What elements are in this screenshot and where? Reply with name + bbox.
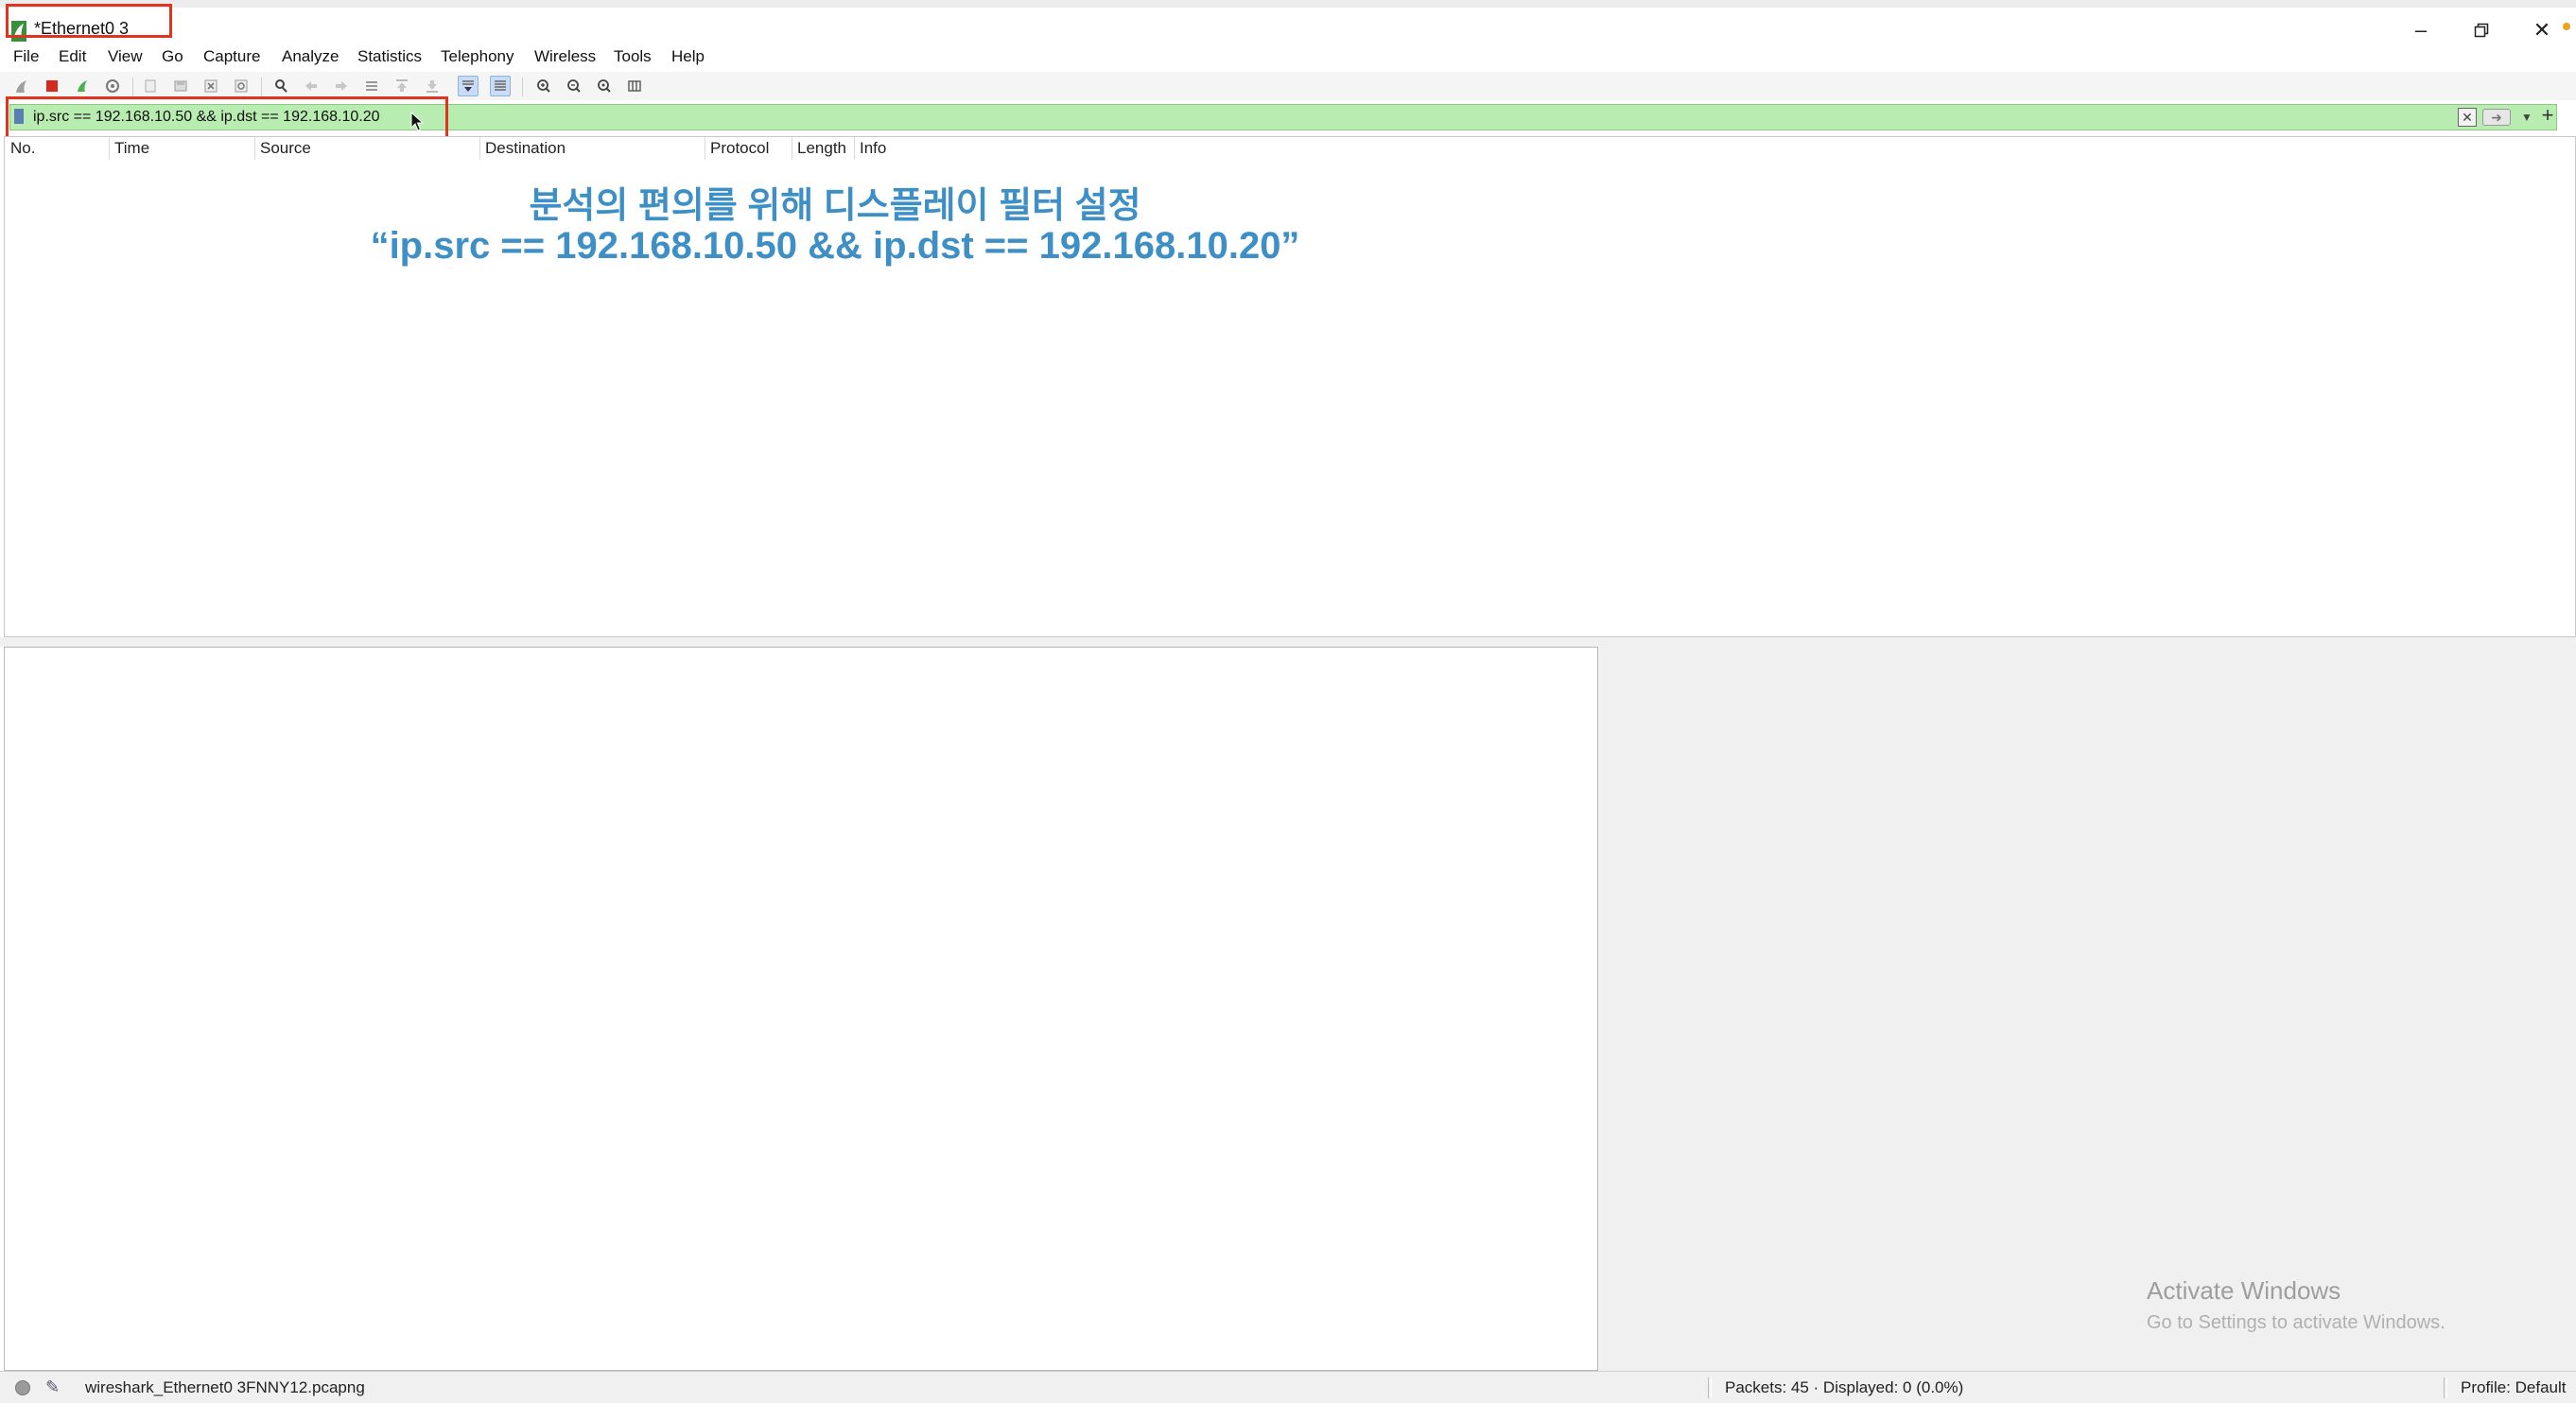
- column-divider[interactable]: [109, 137, 110, 160]
- restart-capture-icon[interactable]: [72, 76, 93, 96]
- save-file-icon[interactable]: [170, 76, 191, 96]
- menu-file[interactable]: File: [13, 47, 39, 66]
- activate-windows-hint: Go to Settings to activate Windows.: [2147, 1312, 2445, 1333]
- toolbar-separator: [261, 78, 262, 96]
- status-separator: [1708, 1377, 1712, 1398]
- clear-filter-icon[interactable]: ✕: [2458, 108, 2477, 127]
- menu-tools[interactable]: Tools: [614, 47, 652, 66]
- column-divider[interactable]: [254, 137, 255, 160]
- auto-scroll-icon[interactable]: [458, 76, 479, 96]
- column-divider[interactable]: [479, 137, 480, 160]
- column-header-source[interactable]: Source: [260, 137, 311, 160]
- stop-capture-icon[interactable]: [42, 76, 62, 96]
- close-icon[interactable]: ✕: [2523, 17, 2561, 43]
- menu-telephony[interactable]: Telephony: [441, 47, 514, 66]
- column-header-length[interactable]: Length: [797, 137, 846, 160]
- title-highlight-box: [6, 4, 172, 38]
- reload-file-icon[interactable]: [231, 76, 252, 96]
- colorize-icon[interactable]: [490, 76, 511, 96]
- go-to-packet-icon[interactable]: [361, 76, 382, 96]
- close-file-icon[interactable]: [200, 76, 221, 96]
- status-capture-file: wireshark_Ethernet0 3FNNY12.pcapng: [85, 1378, 365, 1396]
- go-forward-icon[interactable]: [331, 76, 352, 96]
- zoom-out-icon[interactable]: [564, 76, 584, 96]
- toolbar-separator: [522, 78, 523, 96]
- restore-icon[interactable]: [2463, 17, 2500, 43]
- open-file-icon[interactable]: [140, 76, 161, 96]
- menu-capture[interactable]: Capture: [203, 47, 260, 66]
- menu-go[interactable]: Go: [162, 47, 183, 66]
- find-packet-icon[interactable]: [270, 76, 291, 96]
- go-last-icon[interactable]: [422, 76, 443, 96]
- go-first-icon[interactable]: [392, 76, 412, 96]
- activate-windows-title: Activate Windows: [2147, 1276, 2341, 1305]
- title-bar: *Ethernet0 3 – ✕: [0, 8, 2576, 43]
- toolbar-separator: [132, 78, 133, 96]
- menu-bar: File Edit View Go Capture Analyze Statis…: [0, 43, 2576, 72]
- menu-statistics[interactable]: Statistics: [357, 47, 422, 66]
- add-filter-button-plus-icon[interactable]: +: [2536, 102, 2559, 129]
- go-back-icon[interactable]: [301, 76, 322, 96]
- status-profile[interactable]: Profile: Default: [2461, 1378, 2567, 1397]
- menu-analyze[interactable]: Analyze: [282, 47, 339, 66]
- mouse-cursor-icon: [410, 112, 424, 131]
- menu-view[interactable]: View: [108, 47, 143, 66]
- column-header-no[interactable]: No.: [10, 137, 35, 160]
- menu-wireless[interactable]: Wireless: [534, 47, 596, 66]
- menu-help[interactable]: Help: [671, 47, 705, 66]
- annotation-line-2: “ip.src == 192.168.10.50 && ip.dst == 19…: [370, 225, 1300, 267]
- column-divider[interactable]: [854, 137, 855, 160]
- packet-details-pane[interactable]: [4, 647, 1598, 1371]
- column-header-time[interactable]: Time: [114, 137, 149, 160]
- zoom-reset-icon[interactable]: [594, 76, 615, 96]
- zoom-in-icon[interactable]: [533, 76, 554, 96]
- window-top-edge: [0, 0, 2576, 8]
- status-packet-count: Packets: 45 · Displayed: 0 (0.0%): [1725, 1378, 1964, 1396]
- expert-info-led-icon[interactable]: [15, 1380, 30, 1395]
- minimize-icon[interactable]: –: [2402, 17, 2440, 43]
- column-header-protocol[interactable]: Protocol: [710, 137, 769, 160]
- packet-bytes-pane[interactable]: [1598, 647, 2576, 1371]
- menu-edit[interactable]: Edit: [59, 47, 86, 66]
- apply-filter-arrow-icon[interactable]: ➜: [2482, 109, 2511, 126]
- status-bar: ✎ wireshark_Ethernet0 3FNNY12.pcapng Pac…: [0, 1371, 2576, 1403]
- filter-highlight-box: [6, 96, 448, 142]
- annotation-line-1: 분석의 편의를 위해 디스플레이 필터 설정: [529, 186, 1141, 226]
- capture-comment-pencil-icon[interactable]: ✎: [45, 1377, 60, 1397]
- status-separator: [2444, 1377, 2447, 1398]
- shark-fin-start-icon[interactable]: [11, 76, 32, 96]
- filter-history-chevron-down-icon[interactable]: ▼: [2518, 108, 2535, 127]
- pane-splitter[interactable]: [0, 637, 2576, 647]
- resize-columns-icon[interactable]: [624, 76, 645, 96]
- capture-options-icon[interactable]: [102, 76, 123, 96]
- column-header-info[interactable]: Info: [860, 137, 886, 160]
- notification-dot: [2563, 23, 2570, 30]
- column-header-destination[interactable]: Destination: [485, 137, 566, 160]
